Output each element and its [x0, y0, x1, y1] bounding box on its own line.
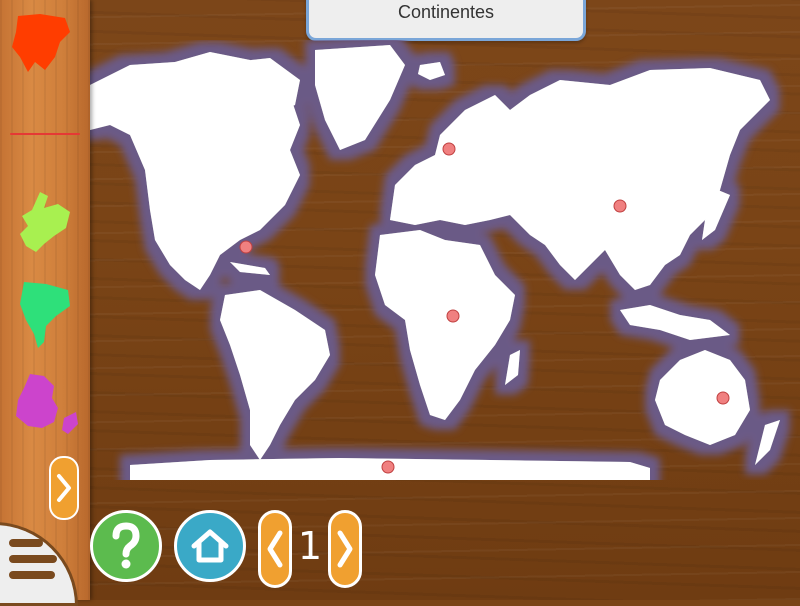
iceland-shape — [418, 62, 445, 80]
chevron-right-icon — [337, 530, 353, 568]
greenland-shape — [315, 45, 405, 150]
caribbean-shape — [230, 262, 270, 275]
chevron-right-icon — [57, 474, 71, 502]
europe-piece[interactable] — [14, 190, 74, 256]
marker-antarctica[interactable] — [381, 460, 395, 474]
page-number: 1 — [297, 524, 323, 568]
asia-piece[interactable] — [10, 12, 72, 76]
indonesia-shape — [620, 305, 730, 340]
africa-shape — [375, 230, 515, 420]
world-map — [90, 40, 800, 480]
previous-page-button[interactable] — [258, 510, 292, 588]
home-button[interactable] — [174, 510, 246, 582]
tray-next-button[interactable] — [49, 456, 79, 520]
chevron-left-icon — [267, 530, 283, 568]
next-page-button[interactable] — [328, 510, 362, 588]
oceania-piece[interactable] — [12, 372, 82, 438]
title-card: Continentes — [306, 0, 586, 41]
madagascar-shape — [505, 350, 520, 385]
page-title: Continentes — [397, 2, 495, 22]
antarctica-piece[interactable] — [10, 130, 80, 138]
new-zealand-shape — [755, 420, 780, 465]
marker-oceania[interactable] — [716, 391, 730, 405]
marker-north-america[interactable] — [239, 240, 253, 254]
south-america-shape — [220, 290, 330, 460]
marker-asia[interactable] — [613, 199, 627, 213]
australia-shape — [655, 350, 750, 445]
help-button[interactable] — [90, 510, 162, 582]
marker-europe[interactable] — [442, 142, 456, 156]
marker-africa[interactable] — [446, 309, 460, 323]
question-mark-icon — [112, 522, 140, 569]
piece-tray — [0, 0, 90, 600]
house-icon — [191, 529, 229, 563]
world-map-svg — [90, 45, 780, 480]
south-america-piece[interactable] — [16, 280, 74, 350]
